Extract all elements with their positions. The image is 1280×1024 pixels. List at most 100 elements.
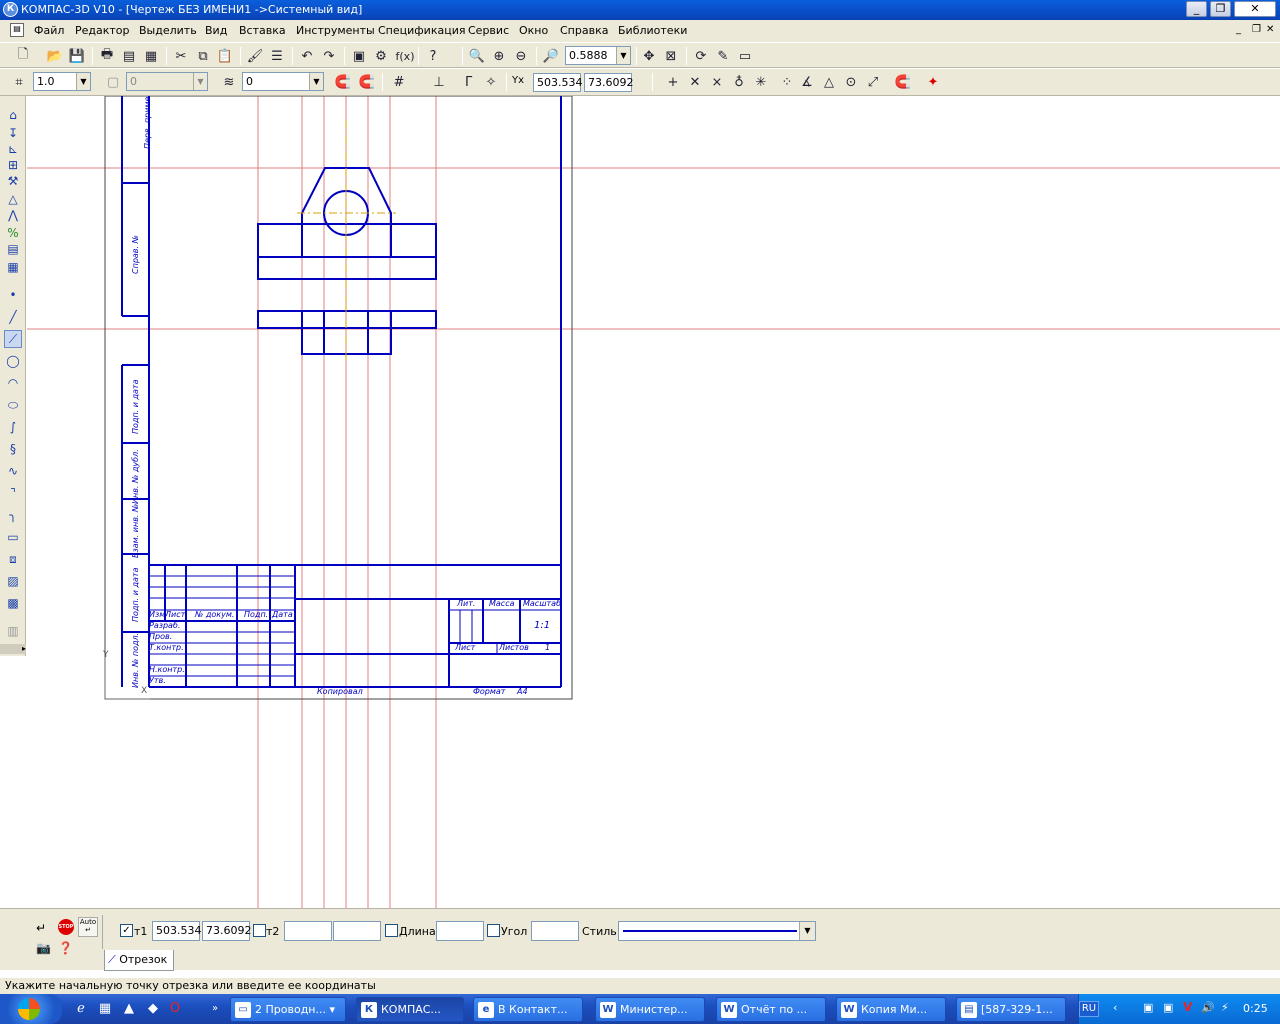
drawing-svg[interactable] [27, 96, 1280, 908]
snap-tangent-icon[interactable]: ♁ [730, 73, 748, 91]
point-tool-icon[interactable]: • [4, 286, 22, 304]
menu-specification[interactable]: Спецификация [378, 24, 465, 37]
arc-tool-icon[interactable]: ◠ [4, 374, 22, 392]
show-all-icon[interactable]: ⊠ [662, 47, 680, 65]
report-panel-icon[interactable]: ▦ [4, 258, 22, 276]
tool-quicklaunch-icon[interactable]: ◆ [144, 1000, 162, 1018]
spec-panel-icon[interactable]: ▤ [4, 240, 22, 258]
snap-magnet-icon[interactable]: 🧲 [334, 73, 352, 91]
close-button[interactable]: ✕ [1234, 1, 1276, 17]
start-button[interactable] [0, 994, 62, 1024]
t1-checkbox[interactable]: ✓ [120, 924, 133, 937]
power-icon[interactable]: ⚡ [1221, 1001, 1229, 1014]
network2-icon[interactable]: ▣ [1163, 1001, 1173, 1014]
new-document-icon[interactable]: 🗋 [14, 47, 32, 65]
grid-icon[interactable]: # [390, 73, 408, 91]
menu-help[interactable]: Справка [560, 24, 608, 37]
list-icon[interactable]: ☰ [268, 47, 286, 65]
paste-icon[interactable]: 📋 [216, 47, 234, 65]
doc-minimize-icon[interactable]: _ [1236, 24, 1241, 35]
highlight-icon[interactable]: ✎ [714, 47, 732, 65]
cut-icon[interactable]: ✂ [172, 47, 190, 65]
fx-button[interactable]: f(x) [394, 47, 416, 65]
redo-icon[interactable]: ↷ [320, 47, 338, 65]
task-explorer[interactable]: ▭ 2 Проводн... ▾ [230, 997, 346, 1022]
print-preview-icon[interactable]: ▤ [120, 47, 138, 65]
segment-tool-icon[interactable]: ⟋ [4, 330, 22, 348]
opera-quicklaunch-icon[interactable]: O [166, 1000, 184, 1018]
doc-close-icon[interactable]: ✕ [1266, 24, 1274, 35]
zoom-out-icon[interactable]: ⊖ [512, 47, 530, 65]
task-app[interactable]: ▤ [587-329-1... [956, 997, 1066, 1022]
fillet-tool-icon[interactable]: ╮ [4, 506, 22, 524]
rectangle-tool-icon[interactable]: ▭ [4, 528, 22, 546]
explorer-quicklaunch-icon[interactable]: ▦ [96, 1000, 114, 1018]
cursor-x-field[interactable]: 503.534 [533, 73, 583, 92]
drawing-canvas[interactable]: Перв. примен. Справ. № Подп. и дата Инв.… [27, 96, 1280, 908]
chamfer-tool-icon[interactable]: ⌝ [4, 484, 22, 502]
ortho-icon[interactable]: Г [460, 73, 478, 91]
snap-triangle-icon[interactable]: △ [820, 73, 838, 91]
snap-mid-icon[interactable]: ⁘ [778, 73, 796, 91]
network-icon[interactable]: ▣ [1143, 1001, 1153, 1014]
snap-magnet2-icon[interactable]: 🧲 [894, 73, 912, 91]
parametrization-panel-icon[interactable]: ⚒ [4, 172, 22, 190]
local-snap-icon[interactable]: 🧲 [358, 73, 376, 91]
layer-combo[interactable]: 0 ▼ [242, 72, 324, 91]
cursor-y-field[interactable]: 73.6092 [584, 73, 634, 92]
task-vkontakte[interactable]: eВ Контакт... [473, 997, 583, 1022]
menu-view[interactable]: Вид [205, 24, 227, 37]
help-icon[interactable]: ❓ [58, 941, 73, 955]
geometry-panel-icon[interactable]: ⌂ [4, 106, 22, 124]
document-icon[interactable]: ▤ [10, 23, 24, 37]
equidistant-tool-icon[interactable]: ⧈ [4, 550, 22, 568]
snap-red-point-icon[interactable]: ✦ [924, 73, 942, 91]
menu-file[interactable]: Файл [34, 24, 64, 37]
ie-quicklaunch-icon[interactable]: ℯ [72, 1000, 90, 1018]
camera-icon[interactable]: 📷 [36, 941, 51, 955]
display-icon[interactable]: ▭ [736, 47, 754, 65]
ellipse-tool-icon[interactable]: ⬭ [4, 396, 22, 414]
stop-button[interactable]: STOP [58, 919, 74, 935]
tab-segment[interactable]: ⟋ Отрезок [104, 950, 174, 971]
t2-x-field[interactable] [284, 921, 332, 941]
t2-checkbox[interactable] [253, 924, 266, 937]
menu-select[interactable]: Выделить [139, 24, 197, 37]
snap-normal-icon[interactable]: ✳ [752, 73, 770, 91]
minimize-button[interactable]: _ [1186, 1, 1207, 17]
task-ministry[interactable]: W Министер... [595, 997, 705, 1022]
aux-line-tool-icon[interactable]: ╱ [4, 308, 22, 326]
snap-angle-icon[interactable]: ∡ [798, 73, 816, 91]
task-copy[interactable]: W Копия Ми... [836, 997, 946, 1022]
layers-icon[interactable]: ≋ [220, 73, 238, 91]
zoom-window-icon[interactable]: 🔍 [468, 47, 486, 65]
copy-icon[interactable]: ⧉ [194, 47, 212, 65]
quicklaunch-more-icon[interactable]: » [206, 1000, 224, 1018]
zoom-combo[interactable]: 0.5888 ▼ [565, 46, 631, 65]
menu-insert[interactable]: Вставка [239, 24, 286, 37]
snap-center-icon[interactable]: ⊙ [842, 73, 860, 91]
scale-icon[interactable]: ⌗ [10, 73, 28, 91]
clock[interactable]: 0:25 [1243, 1002, 1268, 1015]
language-indicator[interactable]: RU [1079, 1001, 1099, 1017]
auto-button[interactable]: Auto ↵ [78, 917, 98, 937]
pan-icon[interactable]: ✥ [640, 47, 658, 65]
round-icon[interactable]: ✧ [482, 73, 500, 91]
open-icon[interactable]: 📂 [46, 47, 64, 65]
enter-icon[interactable]: ↵ [36, 921, 46, 935]
t2-y-field[interactable] [333, 921, 381, 941]
tray-expand-icon[interactable]: ‹ [1113, 1001, 1117, 1014]
menu-libraries[interactable]: Библиотеки [618, 24, 687, 37]
volume-icon[interactable]: 🔊 [1201, 1001, 1215, 1014]
zoom-in-icon[interactable]: ⊕ [490, 47, 508, 65]
select-panel-icon[interactable]: ⋀ [4, 206, 22, 224]
save-icon[interactable]: 💾 [68, 47, 86, 65]
snap-point-icon[interactable]: + [664, 73, 682, 91]
maximize-button[interactable]: ❐ [1210, 1, 1231, 17]
variables-icon[interactable]: ⚙ [372, 47, 390, 65]
undo-icon[interactable]: ↶ [298, 47, 316, 65]
polyline-tool-icon[interactable]: ∿ [4, 462, 22, 480]
task-kompas[interactable]: К КОМПАС... [356, 997, 464, 1022]
local-cs-icon[interactable]: ⊥ [430, 73, 448, 91]
menu-tools[interactable]: Инструменты [296, 24, 375, 37]
